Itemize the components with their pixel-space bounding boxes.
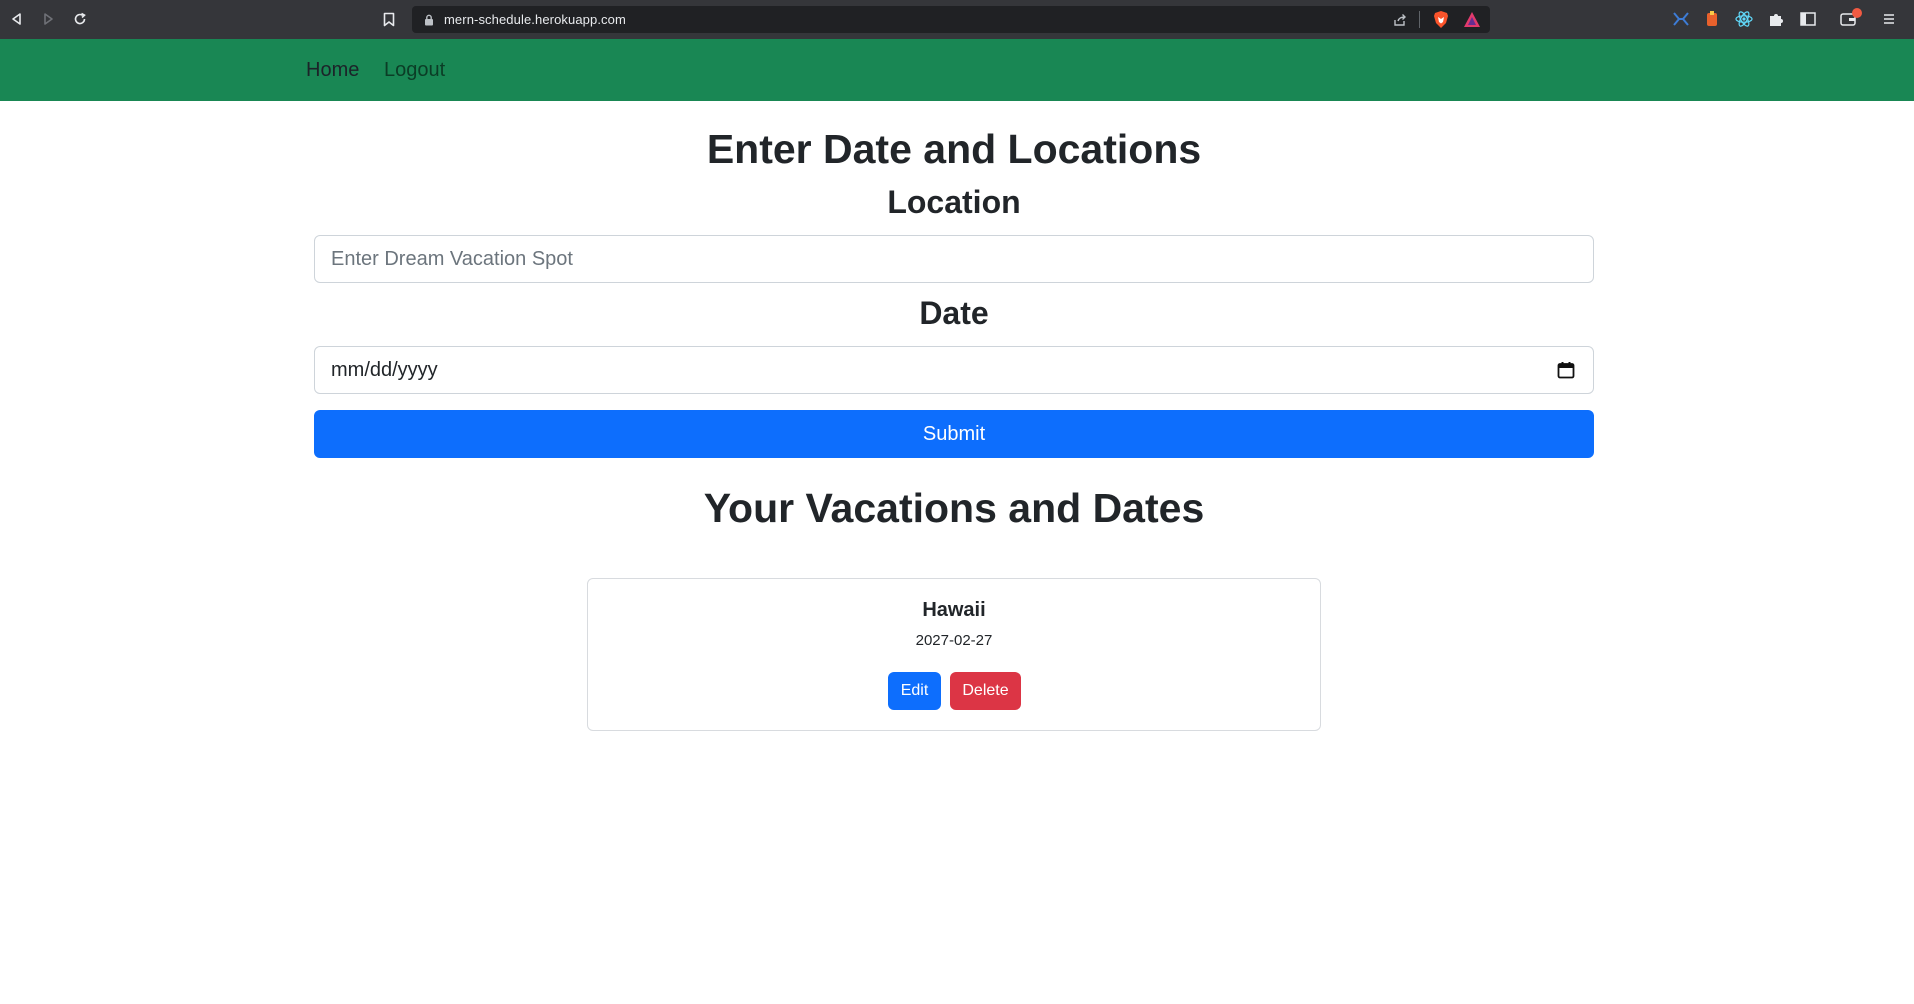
- edit-button[interactable]: Edit: [888, 672, 941, 710]
- location-field: [314, 235, 1594, 283]
- bookmark-icon[interactable]: [380, 9, 398, 29]
- reload-icon[interactable]: [69, 8, 91, 30]
- vacation-location: Hawaii: [922, 599, 986, 621]
- react-devtools-icon[interactable]: [1735, 10, 1753, 28]
- extension-metamask-icon[interactable]: [1672, 10, 1690, 28]
- forward-icon[interactable]: [37, 8, 59, 30]
- brave-shields-icon[interactable]: [1432, 10, 1450, 29]
- location-label: Location: [887, 184, 1021, 220]
- address-url: mern-schedule.herokuapp.com: [444, 12, 626, 27]
- app-navbar: Home Logout: [0, 39, 1914, 101]
- toolbar-divider: [1419, 11, 1420, 28]
- delete-button[interactable]: Delete: [950, 672, 1021, 710]
- date-input-value: mm/dd/yyyy: [331, 359, 438, 381]
- nav-home-link[interactable]: Home: [306, 59, 359, 82]
- vacation-date: 2027-02-27: [915, 632, 993, 649]
- nav-logout-link[interactable]: Logout: [384, 59, 445, 82]
- extension-orange-icon[interactable]: [1703, 10, 1721, 28]
- browser-toolbar: mern-schedule.herokuapp.com: [0, 0, 1914, 39]
- brave-rewards-icon[interactable]: [1463, 11, 1481, 28]
- calendar-icon[interactable]: [1557, 361, 1575, 379]
- date-label: Date: [919, 295, 989, 331]
- back-icon[interactable]: [6, 8, 28, 30]
- address-bar[interactable]: mern-schedule.herokuapp.com: [412, 6, 1490, 33]
- vacation-card: Hawaii 2027-02-27 Edit Delete: [587, 578, 1321, 731]
- vacations-heading: Your Vacations and Dates: [703, 485, 1205, 531]
- sidebar-toggle-icon[interactable]: [1799, 10, 1817, 28]
- extensions-puzzle-icon[interactable]: [1767, 10, 1785, 28]
- lock-icon: [424, 13, 434, 26]
- submit-button[interactable]: Submit: [314, 410, 1594, 458]
- location-input[interactable]: [315, 236, 1593, 282]
- date-input[interactable]: mm/dd/yyyy: [314, 346, 1594, 394]
- menu-icon[interactable]: [1880, 10, 1898, 28]
- share-icon[interactable]: [1392, 12, 1408, 28]
- page-title: Enter Date and Locations: [706, 126, 1202, 172]
- notification-badge: [1852, 8, 1862, 18]
